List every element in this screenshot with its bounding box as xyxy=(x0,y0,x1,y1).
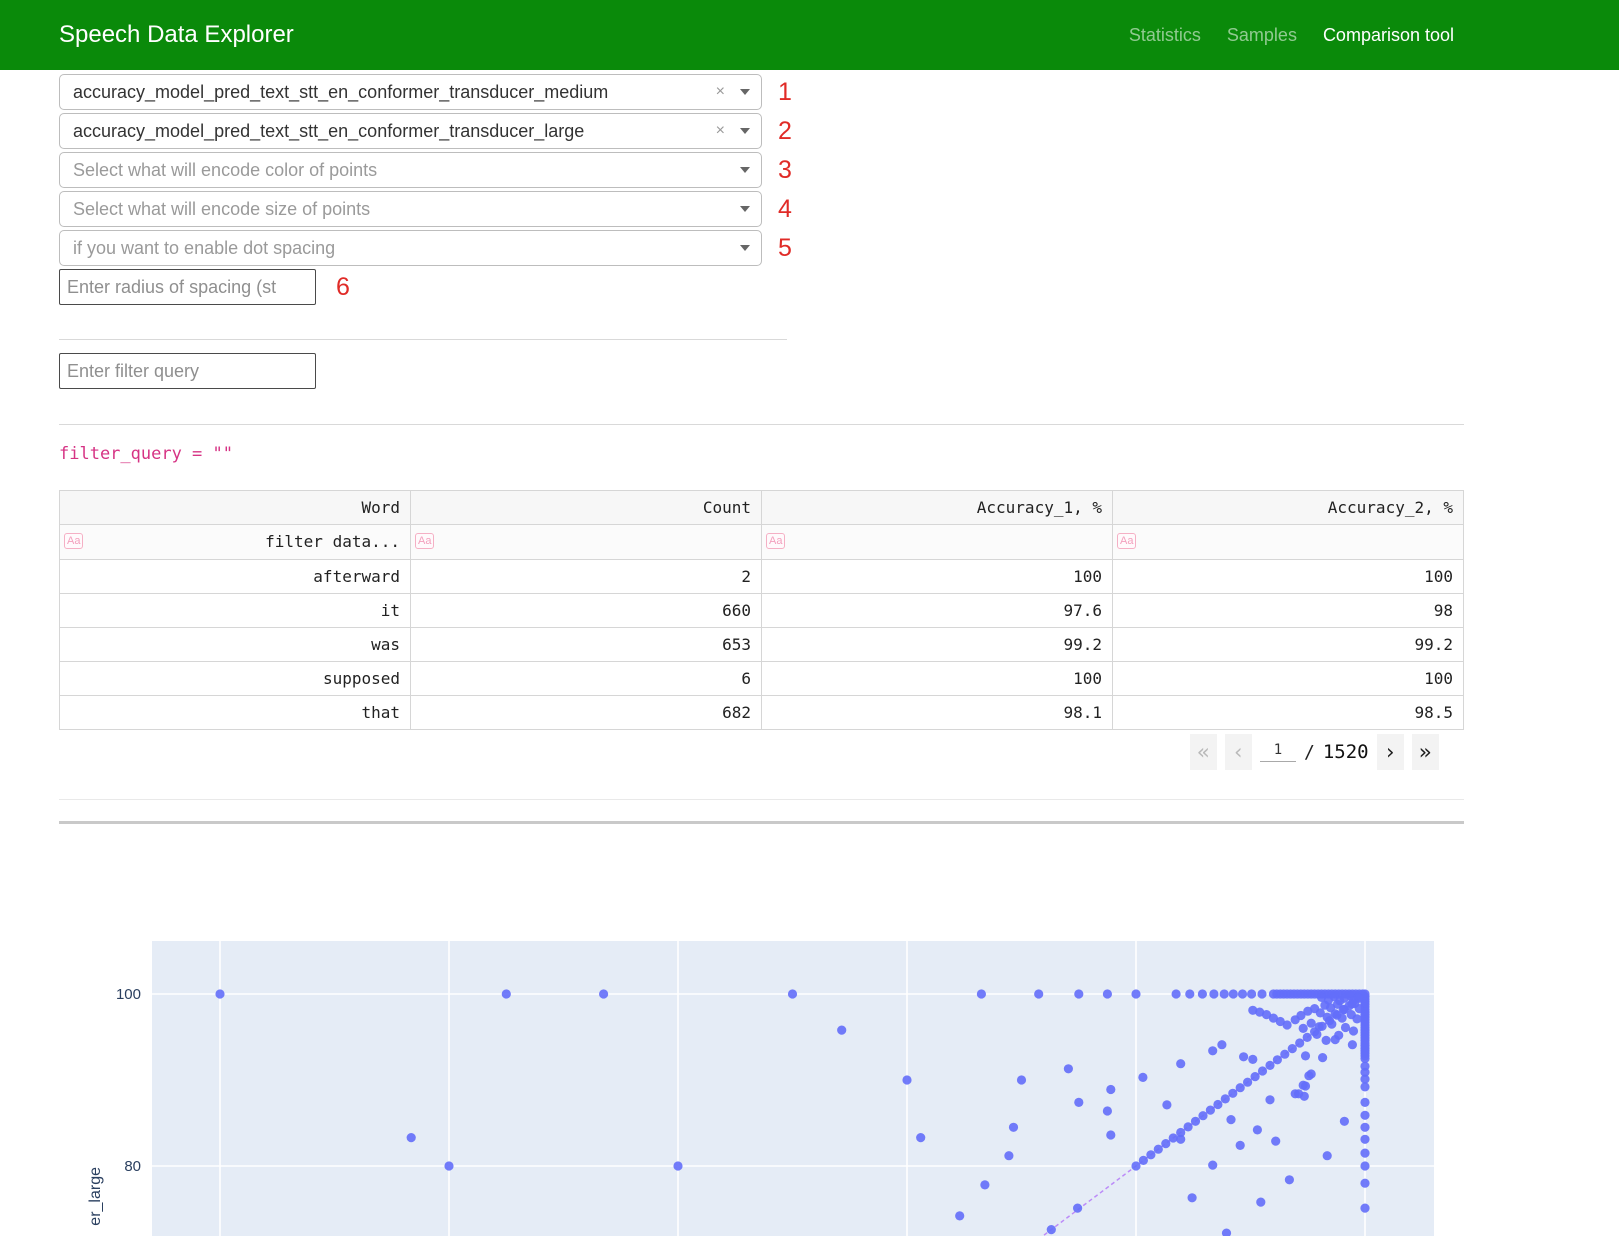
color-encode-placeholder: Select what will encode color of points xyxy=(73,160,377,180)
cell-word: supposed xyxy=(59,662,411,695)
main-nav: Statistics Samples Comparison tool xyxy=(1129,0,1454,70)
step-badge-1: 1 xyxy=(778,80,792,105)
cell-count: 2 xyxy=(411,560,762,593)
table-header-row: Word Count Accuracy_1, % Accuracy_2, % xyxy=(59,490,1464,525)
model-2-select-value: accuracy_model_pred_text_stt_en_conforme… xyxy=(73,121,584,141)
table-row: afterward 2 100 100 xyxy=(59,560,1464,594)
previous-page-button[interactable]: ‹ xyxy=(1225,734,1252,770)
next-page-button[interactable]: › xyxy=(1377,734,1404,770)
case-sensitivity-icon[interactable]: Aa xyxy=(415,533,434,549)
color-encode-select[interactable]: Select what will encode color of points xyxy=(59,152,762,188)
cell-word: was xyxy=(59,628,411,661)
step-badge-2: 2 xyxy=(778,119,792,144)
step-badge-3: 3 xyxy=(778,158,792,183)
case-sensitivity-icon[interactable]: Aa xyxy=(64,533,83,549)
last-page-button[interactable]: » xyxy=(1412,734,1439,770)
divider xyxy=(59,799,1464,800)
step-badge-4: 4 xyxy=(778,197,792,222)
cell-count: 6 xyxy=(411,662,762,695)
filter-cell-count[interactable]: Aa xyxy=(411,525,762,559)
nav-comparison-tool[interactable]: Comparison tool xyxy=(1323,25,1454,46)
cell-accuracy2: 100 xyxy=(1113,662,1464,695)
chevron-down-icon[interactable] xyxy=(740,89,750,95)
spacing-radius-input[interactable] xyxy=(59,269,316,305)
step-badge-6: 6 xyxy=(336,275,350,300)
table-row: supposed 6 100 100 xyxy=(59,662,1464,696)
cell-accuracy2: 98.5 xyxy=(1113,696,1464,729)
size-encode-placeholder: Select what will encode size of points xyxy=(73,199,370,219)
cell-accuracy1: 99.2 xyxy=(762,628,1113,661)
divider xyxy=(59,424,1464,425)
column-header-word[interactable]: Word xyxy=(59,491,411,524)
table-filter-row: Aa filter data... Aa Aa Aa xyxy=(59,525,1464,560)
svg-text:80: 80 xyxy=(124,1158,141,1175)
model-1-select[interactable]: accuracy_model_pred_text_stt_en_conforme… xyxy=(59,74,762,110)
cell-accuracy1: 97.6 xyxy=(762,594,1113,627)
column-header-accuracy1[interactable]: Accuracy_1, % xyxy=(762,491,1113,524)
step-badge-5: 5 xyxy=(778,236,792,261)
clear-icon[interactable]: × xyxy=(716,123,725,139)
page-total: 1520 xyxy=(1323,741,1369,763)
cell-accuracy2: 100 xyxy=(1113,560,1464,593)
filter-query-code: filter_query = "" xyxy=(59,444,233,464)
column-header-accuracy2[interactable]: Accuracy_2, % xyxy=(1113,491,1464,524)
table-pagination: « ‹ / 1520 › » xyxy=(1190,733,1464,771)
model-2-select[interactable]: accuracy_model_pred_text_stt_en_conforme… xyxy=(59,113,762,149)
cell-accuracy2: 98 xyxy=(1113,594,1464,627)
filter-cell-accuracy1[interactable]: Aa xyxy=(762,525,1113,559)
column-header-count[interactable]: Count xyxy=(411,491,762,524)
cell-word: it xyxy=(59,594,411,627)
chevron-down-icon[interactable] xyxy=(740,167,750,173)
current-page-input[interactable] xyxy=(1260,742,1296,762)
cell-accuracy1: 100 xyxy=(762,560,1113,593)
cell-accuracy1: 100 xyxy=(762,662,1113,695)
accuracy-scatter-chart[interactable]: 100 80 er_large xyxy=(0,880,1619,1236)
dot-spacing-select[interactable]: if you want to enable dot spacing xyxy=(59,230,762,266)
cell-accuracy1: 98.1 xyxy=(762,696,1113,729)
word-accuracy-table: Word Count Accuracy_1, % Accuracy_2, % A… xyxy=(59,490,1464,730)
app-title: Speech Data Explorer xyxy=(59,0,294,70)
svg-text:er_large: er_large xyxy=(87,1167,104,1226)
table-row: was 653 99.2 99.2 xyxy=(59,628,1464,662)
cell-word: that xyxy=(59,696,411,729)
app-header: Speech Data Explorer Statistics Samples … xyxy=(0,0,1619,70)
cell-count: 660 xyxy=(411,594,762,627)
cell-count: 653 xyxy=(411,628,762,661)
cell-accuracy2: 99.2 xyxy=(1113,628,1464,661)
table-row: it 660 97.6 98 xyxy=(59,594,1464,628)
filter-query-input[interactable] xyxy=(59,353,316,389)
clear-icon[interactable]: × xyxy=(716,84,725,100)
case-sensitivity-icon[interactable]: Aa xyxy=(766,533,785,549)
filter-placeholder: filter data... xyxy=(265,532,400,551)
page-separator: / xyxy=(1304,742,1315,763)
table-row: that 682 98.1 98.5 xyxy=(59,696,1464,730)
size-encode-select[interactable]: Select what will encode size of points xyxy=(59,191,762,227)
chevron-down-icon[interactable] xyxy=(740,206,750,212)
model-1-select-value: accuracy_model_pred_text_stt_en_conforme… xyxy=(73,82,608,102)
case-sensitivity-icon[interactable]: Aa xyxy=(1117,533,1136,549)
divider xyxy=(59,821,1464,824)
filter-cell-word[interactable]: Aa filter data... xyxy=(59,525,411,559)
chevron-down-icon[interactable] xyxy=(740,128,750,134)
filter-cell-accuracy2[interactable]: Aa xyxy=(1113,525,1464,559)
nav-statistics[interactable]: Statistics xyxy=(1129,25,1201,46)
svg-text:100: 100 xyxy=(116,986,141,1003)
nav-samples[interactable]: Samples xyxy=(1227,25,1297,46)
cell-word: afterward xyxy=(59,560,411,593)
cell-count: 682 xyxy=(411,696,762,729)
first-page-button[interactable]: « xyxy=(1190,734,1217,770)
dot-spacing-placeholder: if you want to enable dot spacing xyxy=(73,238,335,258)
divider xyxy=(59,339,787,340)
chevron-down-icon[interactable] xyxy=(740,245,750,251)
